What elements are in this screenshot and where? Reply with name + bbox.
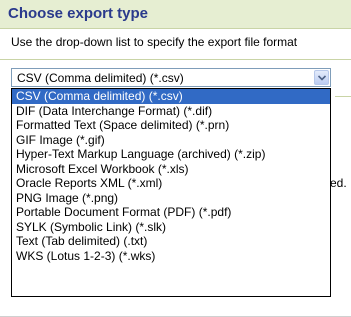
chevron-down-icon [318,75,326,81]
dropdown-option[interactable]: Hyper-Text Markup Language (archived) (*… [12,147,330,162]
background-text-fragment: ed. [330,176,347,190]
dropdown-option[interactable]: DIF (Data Interchange Format) (*.dif) [12,104,330,119]
dropdown-button[interactable] [314,70,329,85]
dropdown-option[interactable]: PNG Image (*.png) [12,191,330,206]
export-type-panel: Choose export type Use the drop-down lis… [0,0,351,317]
dropdown-option[interactable]: CSV (Comma delimited) (*.csv) [12,89,330,104]
divider-right [335,96,351,97]
select-current-value: CSV (Comma delimited) (*.csv) [17,71,184,85]
section-header: Choose export type [0,0,351,29]
export-type-select[interactable]: CSV (Comma delimited) (*.csv) [11,68,331,87]
dropdown-option[interactable]: Portable Document Format (PDF) (*.pdf) [12,205,330,220]
dropdown-option[interactable]: Formatted Text (Space delimited) (*.prn) [12,118,330,133]
dropdown-option[interactable]: Text (Tab delimited) (.txt) [12,234,330,249]
dropdown-option[interactable]: Oracle Reports XML (*.xml) [12,176,330,191]
divider [0,59,351,60]
section-title: Choose export type [8,5,149,22]
dropdown-option[interactable]: SYLK (Symbolic Link) (*.slk) [12,220,330,235]
dropdown-option[interactable]: GIF Image (*.gif) [12,133,330,148]
export-type-dropdown-list: CSV (Comma delimited) (*.csv) DIF (Data I… [11,88,331,297]
instruction-text: Use the drop-down list to specify the ex… [11,35,298,49]
dropdown-option[interactable]: WKS (Lotus 1-2-3) (*.wks) [12,249,330,264]
dropdown-option[interactable]: Microsoft Excel Workbook (*.xls) [12,162,330,177]
